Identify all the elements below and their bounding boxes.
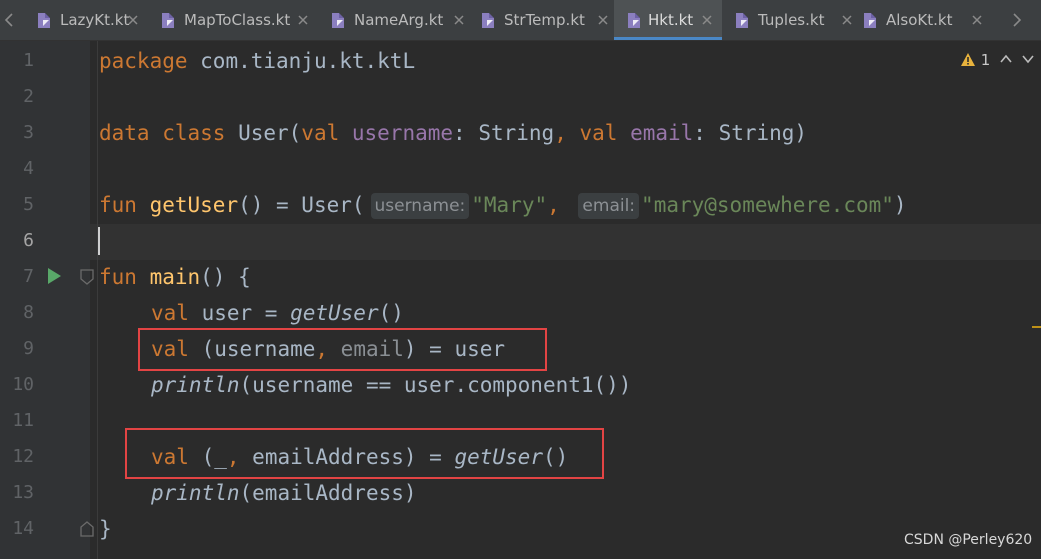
- property: username: [339, 121, 454, 145]
- chevron-down-icon[interactable]: [1021, 52, 1035, 66]
- code-text: ): [893, 193, 907, 217]
- close-icon[interactable]: [840, 13, 854, 27]
- function-call: println: [151, 481, 240, 505]
- close-icon[interactable]: [700, 13, 714, 27]
- property: email: [617, 121, 694, 145]
- tab-scroll-left-icon[interactable]: [4, 13, 14, 27]
- keyword: data class: [99, 121, 226, 145]
- class-name: User(: [225, 121, 302, 145]
- watermark: CSDN @Perley620: [904, 532, 1033, 548]
- type: : String: [453, 121, 555, 145]
- close-icon[interactable]: [126, 13, 140, 27]
- closing-brace: }: [99, 517, 112, 541]
- run-icon[interactable]: [46, 267, 62, 285]
- line-number: 5: [23, 194, 34, 215]
- editor-tab-bar: LazyKt.kt MapToClass.kt NameArg.kt StrTe…: [0, 0, 1041, 41]
- line-number: 14: [12, 518, 34, 539]
- tab-label: AlsoKt.kt: [886, 11, 953, 29]
- code-line-7: fun main() {: [99, 259, 251, 295]
- kotlin-file-icon: [332, 13, 344, 28]
- close-icon[interactable]: [970, 13, 984, 27]
- line-number: 11: [12, 410, 34, 431]
- punct: ,: [547, 193, 573, 217]
- code-text: (username == user.component1()): [239, 373, 632, 397]
- code-text: () {: [200, 265, 251, 289]
- kotlin-file-icon: [628, 13, 640, 28]
- type: : String): [693, 121, 808, 145]
- line-number: 1: [23, 50, 34, 71]
- line-number: 13: [12, 482, 34, 503]
- tab-strtemp[interactable]: StrTemp.kt: [480, 0, 610, 40]
- chevron-up-icon[interactable]: [999, 52, 1013, 66]
- code-line-3: data class User(val username: String, va…: [99, 115, 807, 151]
- string-literal: "mary@somewhere.com": [641, 193, 894, 217]
- code-line-5: fun getUser() = User(username: "Mary", em…: [99, 187, 907, 223]
- parameter-hint: email:: [578, 193, 640, 219]
- function-name: getUser: [136, 193, 239, 217]
- keyword: val: [579, 121, 618, 145]
- keyword: fun: [99, 265, 137, 289]
- highlight-box-destructuring: [138, 328, 547, 371]
- parameter-hint: username:: [370, 193, 470, 219]
- keyword: package: [99, 49, 188, 73]
- code-line-8: val user = getUser(): [151, 295, 404, 331]
- kotlin-file-icon: [736, 13, 748, 28]
- inspection-widget[interactable]: 1: [960, 50, 990, 70]
- code-text: (): [378, 301, 404, 325]
- code-text: () = User(: [238, 193, 365, 217]
- line-number: 2: [23, 86, 34, 107]
- error-stripe-marker[interactable]: [1032, 326, 1041, 328]
- line-number-gutter: 1 2 3 4 5 6 7 8 9 10 11 12 13 14: [0, 41, 90, 559]
- tab-label: MapToClass.kt: [184, 11, 291, 29]
- code-text: (emailAddress): [239, 481, 417, 505]
- line-number: 4: [23, 158, 34, 179]
- function-call: println: [151, 373, 240, 397]
- line-number: 10: [12, 374, 34, 395]
- tab-scroll-right-icon[interactable]: [1012, 13, 1022, 27]
- line-number: 7: [23, 266, 34, 287]
- line-number: 12: [12, 446, 34, 467]
- tab-label: LazyKt.kt: [60, 11, 130, 29]
- tab-tuples[interactable]: Tuples.kt: [734, 0, 854, 40]
- code-text: user =: [188, 301, 291, 325]
- tab-label: Hkt.kt: [648, 11, 694, 29]
- line-number: 3: [23, 122, 34, 143]
- function-call: getUser: [290, 301, 379, 325]
- string-literal: "Mary": [471, 193, 548, 217]
- tab-label: Tuples.kt: [758, 11, 825, 29]
- code-line-1: package com.tianju.kt.ktL: [99, 43, 415, 79]
- tab-maptoclass[interactable]: MapToClass.kt: [160, 0, 310, 40]
- tab-label: StrTemp.kt: [504, 11, 585, 29]
- tab-alsokt[interactable]: AlsoKt.kt: [862, 0, 984, 40]
- keyword: val: [151, 301, 189, 325]
- text-caret: [98, 227, 100, 255]
- close-icon[interactable]: [596, 13, 610, 27]
- current-line-highlight: [90, 224, 1041, 260]
- line-number: 9: [23, 338, 34, 359]
- kotlin-file-icon: [864, 13, 876, 28]
- code-line-13: println(emailAddress): [151, 475, 417, 511]
- code-line-14: }: [99, 511, 112, 547]
- close-icon[interactable]: [452, 13, 466, 27]
- close-icon[interactable]: [296, 13, 310, 27]
- function-name: main: [136, 265, 201, 289]
- indent-guide: [97, 41, 98, 559]
- line-number: 8: [23, 302, 34, 323]
- package-name: com.tianju.kt.ktL: [187, 49, 416, 73]
- tab-lazykt[interactable]: LazyKt.kt: [36, 0, 140, 40]
- warning-count: 1: [980, 51, 991, 69]
- kotlin-file-icon: [38, 13, 50, 28]
- warning-icon: [961, 53, 975, 66]
- punct: ,: [554, 121, 580, 145]
- tab-label: NameArg.kt: [354, 11, 444, 29]
- code-line-10: println(username == user.component1()): [151, 367, 631, 403]
- kotlin-file-icon: [162, 13, 174, 28]
- tab-hkt[interactable]: Hkt.kt: [614, 0, 722, 40]
- line-number: 6: [23, 230, 34, 251]
- tab-namearg[interactable]: NameArg.kt: [330, 0, 466, 40]
- keyword: val: [301, 121, 340, 145]
- keyword: fun: [99, 193, 137, 217]
- kotlin-file-icon: [482, 13, 494, 28]
- highlight-box-underscore: [125, 428, 604, 479]
